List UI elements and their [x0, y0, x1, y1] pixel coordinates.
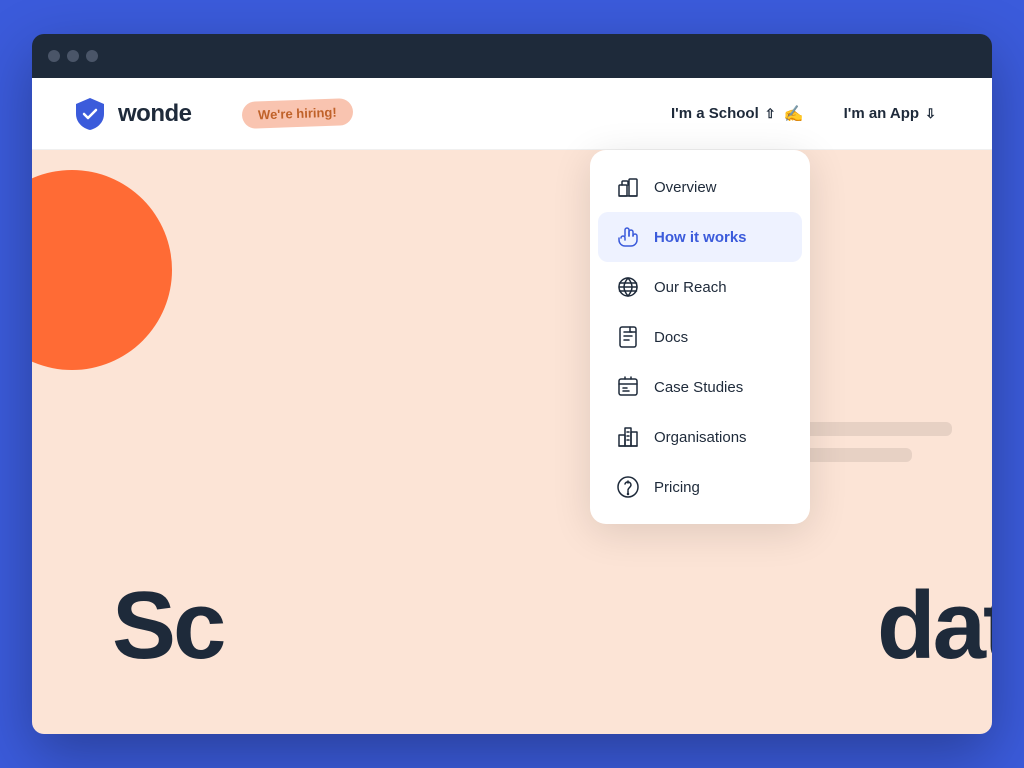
- our-reach-label: Our Reach: [654, 279, 727, 296]
- nav-app-label: I'm an App: [844, 105, 920, 122]
- browser-content: wonde We're hiring! I'm a School ⇧ ✍ I'm…: [32, 78, 992, 734]
- browser-titlebar: [32, 34, 992, 78]
- case-studies-icon: [614, 373, 642, 401]
- nav-school[interactable]: I'm a School ⇧ ✍: [655, 96, 820, 132]
- dot-green: [86, 50, 98, 62]
- nav-school-label: I'm a School: [671, 105, 759, 122]
- globe-icon: [614, 273, 642, 301]
- dropdown-item-overview[interactable]: Overview: [598, 162, 802, 212]
- organisations-label: Organisations: [654, 429, 747, 446]
- chevron-up-icon: ⇧: [765, 106, 776, 122]
- main-content: Sc dat: [32, 150, 992, 734]
- nav-links: I'm a School ⇧ ✍ I'm an App ⇩: [655, 96, 952, 132]
- organisations-icon: [614, 423, 642, 451]
- dropdown-item-organisations[interactable]: Organisations: [598, 412, 802, 462]
- dropdown-menu: Overview How it works: [590, 150, 810, 524]
- pricing-label: Pricing: [654, 479, 700, 496]
- dot-red: [48, 50, 60, 62]
- hero-text-right: dat: [877, 578, 992, 674]
- chevron-down-icon: ⇩: [925, 106, 936, 122]
- how-it-works-label: How it works: [654, 229, 747, 246]
- hand-icon: [614, 223, 642, 251]
- hiring-badge: We're hiring!: [241, 98, 353, 129]
- dot-yellow: [67, 50, 79, 62]
- browser-window: wonde We're hiring! I'm a School ⇧ ✍ I'm…: [32, 34, 992, 734]
- cursor-icon: ✍: [784, 104, 804, 124]
- dropdown-item-how-it-works[interactable]: How it works: [598, 212, 802, 262]
- case-studies-label: Case Studies: [654, 379, 743, 396]
- building-icon: [614, 173, 642, 201]
- wonde-logo-icon: [72, 96, 108, 132]
- overview-label: Overview: [654, 179, 717, 196]
- dropdown-item-case-studies[interactable]: Case Studies: [598, 362, 802, 412]
- dropdown-item-pricing[interactable]: Pricing: [598, 462, 802, 512]
- docs-icon: [614, 323, 642, 351]
- browser-dots: [48, 50, 98, 62]
- docs-label: Docs: [654, 329, 688, 346]
- navbar: wonde We're hiring! I'm a School ⇧ ✍ I'm…: [32, 78, 992, 150]
- hero-text-left: Sc: [112, 578, 223, 674]
- nav-app[interactable]: I'm an App ⇩: [828, 97, 952, 130]
- logo-area: wonde: [72, 96, 192, 132]
- dropdown-item-our-reach[interactable]: Our Reach: [598, 262, 802, 312]
- dropdown-item-docs[interactable]: Docs: [598, 312, 802, 362]
- pricing-icon: [614, 473, 642, 501]
- orange-circle-decoration: [32, 170, 172, 370]
- logo-text: wonde: [118, 100, 192, 128]
